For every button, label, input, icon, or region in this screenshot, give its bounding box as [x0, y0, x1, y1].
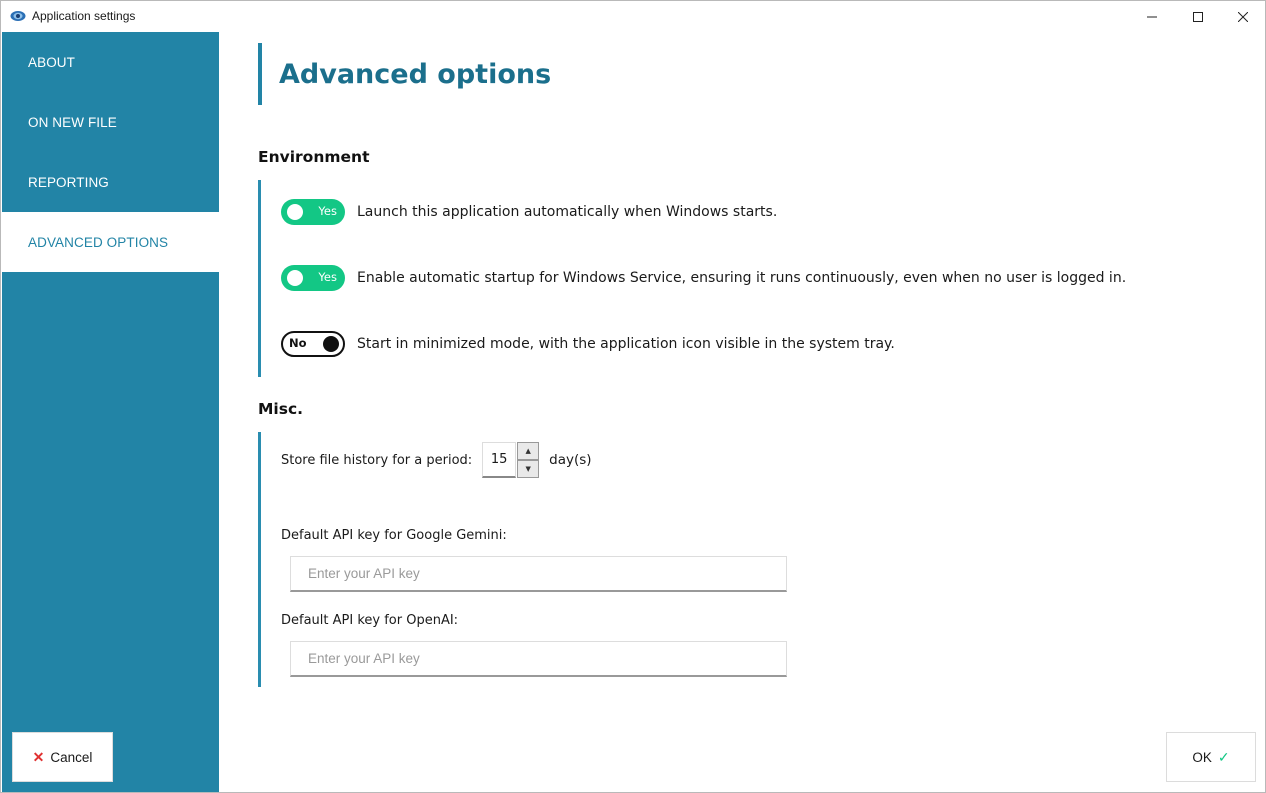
- sidebar-item-advanced-options[interactable]: ADVANCED OPTIONS: [2, 212, 219, 272]
- close-window-button[interactable]: [1220, 1, 1265, 32]
- stepper-buttons: ▲ ▼: [517, 442, 540, 478]
- close-icon: [1238, 11, 1248, 22]
- app-eye-icon: [10, 11, 26, 21]
- minimize-button[interactable]: [1129, 1, 1175, 32]
- settings-window: Application settings ABOUT ON NEW FILE R…: [0, 0, 1266, 793]
- toggle-state-label: No: [289, 336, 307, 350]
- toggle-knob: [323, 336, 339, 352]
- increment-button[interactable]: ▲: [517, 442, 540, 460]
- toggle-row-launch: Yes Launch this application automaticall…: [281, 199, 777, 225]
- windows-service-toggle[interactable]: Yes: [281, 265, 345, 291]
- sidebar: ABOUT ON NEW FILE REPORTING ADVANCED OPT…: [2, 32, 219, 792]
- page-title-block: Advanced options: [258, 43, 551, 105]
- misc-heading: Misc.: [258, 400, 304, 418]
- misc-group: Store file history for a period: 15 ▲ ▼ …: [258, 432, 858, 687]
- history-stepper: 15 ▲ ▼: [482, 442, 540, 478]
- windows-service-label: Enable automatic startup for Windows Ser…: [357, 270, 1127, 286]
- sidebar-item-about[interactable]: ABOUT: [2, 32, 219, 92]
- launch-on-startup-toggle[interactable]: Yes: [281, 199, 345, 225]
- title-bar: Application settings: [1, 1, 1265, 32]
- environment-group: Yes Launch this application automaticall…: [258, 180, 1158, 377]
- chevron-up-icon: ▲: [525, 447, 531, 455]
- environment-heading: Environment: [258, 148, 370, 166]
- chevron-down-icon: ▼: [525, 465, 531, 473]
- ok-label: OK: [1192, 749, 1212, 765]
- toggle-state-label: Yes: [318, 204, 337, 218]
- sidebar-item-reporting[interactable]: REPORTING: [2, 152, 219, 212]
- check-icon: ✓: [1217, 748, 1230, 765]
- gemini-api-key-input[interactable]: [290, 556, 787, 592]
- ok-button[interactable]: OK ✓: [1166, 732, 1256, 782]
- launch-on-startup-label: Launch this application automatically wh…: [357, 204, 778, 220]
- toggle-state-label: Yes: [318, 270, 337, 284]
- history-label: Store file history for a period:: [281, 452, 473, 468]
- window-title: Application settings: [32, 9, 136, 23]
- sidebar-item-on-new-file[interactable]: ON NEW FILE: [2, 92, 219, 152]
- cancel-button[interactable]: ✕ Cancel: [12, 732, 113, 782]
- history-days-input[interactable]: 15: [482, 442, 517, 478]
- start-minimized-label: Start in minimized mode, with the applic…: [357, 336, 895, 352]
- decrement-button[interactable]: ▼: [517, 460, 540, 478]
- start-minimized-toggle[interactable]: No: [281, 331, 345, 357]
- x-icon: ✕: [32, 748, 45, 765]
- gemini-key-label: Default API key for Google Gemini:: [281, 528, 507, 543]
- maximize-button[interactable]: [1175, 1, 1221, 32]
- toggle-knob: [287, 270, 303, 286]
- maximize-icon: [1193, 11, 1203, 22]
- toggle-row-service: Yes Enable automatic startup for Windows…: [281, 265, 1126, 291]
- history-row: Store file history for a period: 15 ▲ ▼ …: [281, 442, 592, 478]
- toggle-row-minimized: No Start in minimized mode, with the app…: [281, 331, 895, 357]
- toggle-knob: [287, 204, 303, 220]
- page-title: Advanced options: [279, 58, 552, 90]
- cancel-label: Cancel: [50, 749, 93, 765]
- minimize-icon: [1147, 16, 1157, 17]
- openai-key-label: Default API key for OpenAI:: [281, 613, 459, 628]
- openai-api-key-input[interactable]: [290, 641, 787, 677]
- history-unit: day(s): [549, 452, 592, 468]
